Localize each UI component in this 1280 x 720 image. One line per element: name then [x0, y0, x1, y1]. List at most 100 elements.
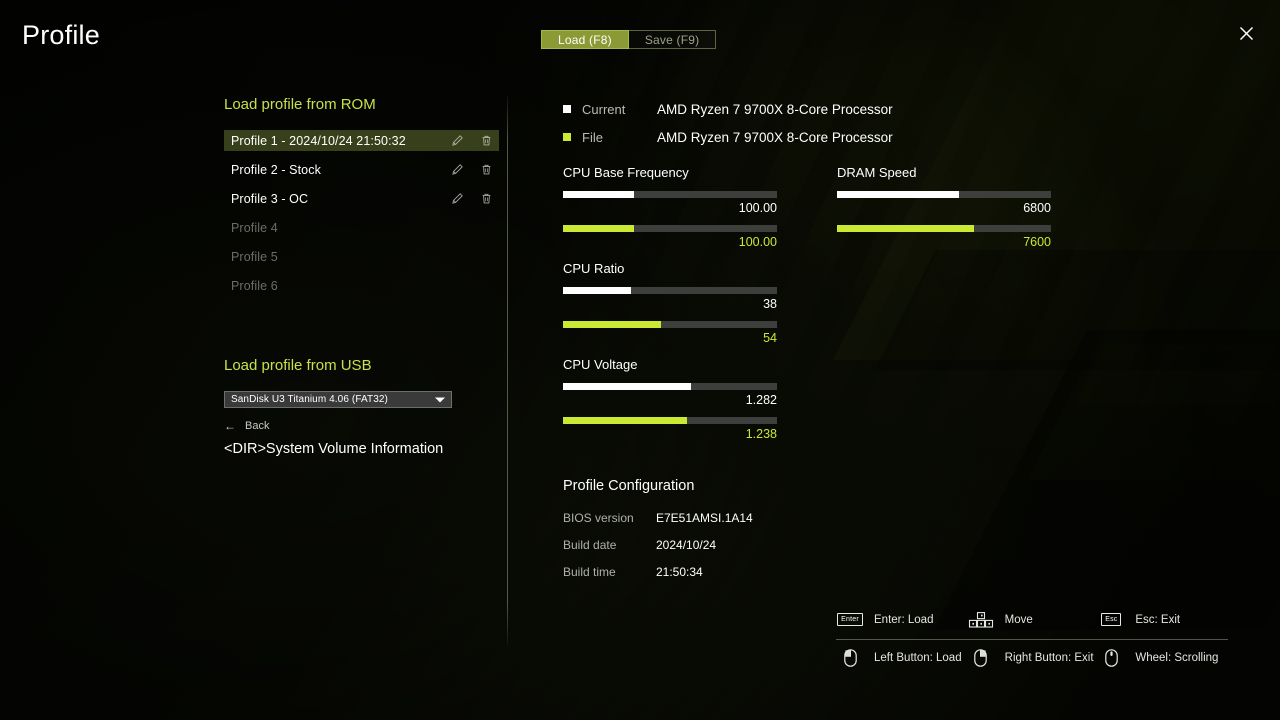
- bar-value-file: 100.00: [738, 235, 777, 249]
- cpu-legend: Current AMD Ryzen 7 9700X 8-Core Process…: [563, 100, 1063, 156]
- config-key: Build date: [563, 538, 617, 552]
- profile-row[interactable]: Profile 4: [224, 217, 499, 238]
- row-actions: [451, 192, 493, 206]
- bar-track: [837, 225, 1051, 232]
- hints-row-mouse: Left Button: Load Right Button: Exit Whe…: [836, 646, 1228, 669]
- profile-row[interactable]: Profile 2 - Stock: [224, 159, 499, 180]
- profile-label: Profile 2 - Stock: [231, 162, 321, 177]
- profile-row[interactable]: Profile 1 - 2024/10/24 21:50:32: [224, 130, 499, 151]
- hint-left-button: Left Button: Load: [836, 648, 967, 667]
- metric-bar-current: 6800: [837, 191, 1051, 215]
- profile-row[interactable]: Profile 5: [224, 246, 499, 267]
- metric-dram-speed: DRAM Speed 6800 7600: [837, 165, 1051, 249]
- metric-bar-current: 100.00: [563, 191, 777, 215]
- hints-row-keyboard: Enter Enter: Load Move Esc Esc: Exit: [836, 608, 1228, 631]
- legend-marker-file-icon: [563, 133, 571, 141]
- chevron-down-icon: [435, 397, 445, 402]
- usb-section-title: Load profile from USB: [224, 357, 372, 374]
- hint-move: Move: [967, 611, 1098, 628]
- config-value: 2024/10/24: [656, 538, 717, 552]
- hint-label: Move: [1004, 613, 1033, 626]
- hint-label: Wheel: Scrolling: [1135, 651, 1219, 664]
- config-value: 21:50:34: [656, 565, 703, 579]
- enter-key-icon: Enter: [836, 612, 864, 628]
- footer-hints: Enter Enter: Load Move Esc Esc: Exit Lef…: [836, 608, 1228, 669]
- profile-label: Profile 5: [231, 249, 278, 264]
- metric-cpu-voltage: CPU Voltage 1.282 1.238: [563, 357, 777, 441]
- tab-save[interactable]: Save (F9): [628, 30, 717, 49]
- back-button[interactable]: ← Back: [224, 420, 499, 432]
- usb-device-select[interactable]: SanDisk U3 Titanium 4.06 (FAT32): [224, 391, 452, 408]
- page-title: Profile: [22, 20, 100, 50]
- hint-esc: Esc Esc: Exit: [1097, 612, 1228, 628]
- bar-value-file: 54: [763, 331, 777, 345]
- profile-label: Profile 1 - 2024/10/24 21:50:32: [231, 133, 406, 148]
- bar-value-current: 100.00: [738, 201, 777, 215]
- pencil-icon[interactable]: [451, 134, 464, 148]
- rom-section-title: Load profile from ROM: [224, 96, 376, 113]
- metric-bar-file: 54: [563, 321, 777, 345]
- bar-value-current: 1.282: [745, 393, 777, 407]
- bios-profile-screen: Profile Load (F8) Save (F9) Load profile…: [0, 0, 1280, 720]
- metric-bar-current: 38: [563, 287, 777, 311]
- config-value: E7E51AMSI.1A14: [656, 511, 753, 525]
- hint-right-button: Right Button: Exit: [967, 648, 1098, 667]
- usb-device-selected-label: SanDisk U3 Titanium 4.06 (FAT32): [231, 394, 388, 405]
- profile-label: Profile 6: [231, 278, 278, 293]
- legend-key-file: File: [582, 129, 603, 145]
- profile-row[interactable]: Profile 6: [224, 275, 499, 296]
- mouse-wheel-icon: [1097, 648, 1125, 667]
- hint-enter: Enter Enter: Load: [836, 612, 967, 628]
- config-key: BIOS version: [563, 511, 634, 525]
- hint-label: Right Button: Exit: [1004, 651, 1094, 664]
- bar-fill-file: [563, 321, 662, 328]
- esc-key-icon: Esc: [1097, 612, 1125, 628]
- hint-label: Left Button: Load: [874, 651, 962, 664]
- bar-fill-current: [563, 287, 632, 294]
- bar-track: [563, 287, 777, 294]
- bar-track: [563, 191, 777, 198]
- metric-cpu-base-frequency: CPU Base Frequency 100.00 100.00: [563, 165, 777, 249]
- legend-value-current: AMD Ryzen 7 9700X 8-Core Processor: [657, 101, 893, 117]
- bar-value-current: 38: [763, 297, 777, 311]
- config-row-build-time: Build time 21:50:34: [563, 565, 843, 592]
- tab-load-label: Load (F8): [558, 32, 612, 47]
- hint-label: Enter: Load: [874, 613, 934, 626]
- metric-title: CPU Ratio: [563, 261, 625, 276]
- hints-divider: [836, 639, 1228, 640]
- bar-track: [563, 321, 777, 328]
- pencil-icon[interactable]: [451, 163, 464, 177]
- profile-label: Profile 4: [231, 220, 278, 235]
- metric-title: CPU Base Frequency: [563, 165, 689, 180]
- bar-value-current: 6800: [1023, 201, 1051, 215]
- arrow-left-icon: ←: [224, 419, 236, 433]
- file-list-item[interactable]: <DIR>System Volume Information: [224, 441, 499, 457]
- legend-row-file: File AMD Ryzen 7 9700X 8-Core Processor: [563, 128, 1063, 146]
- mode-tabs: Load (F8) Save (F9): [541, 30, 717, 49]
- back-label: Back: [245, 420, 270, 432]
- arrow-keys-icon: [967, 611, 995, 628]
- config-row-build-date: Build date 2024/10/24: [563, 538, 843, 565]
- metric-bar-file: 1.238: [563, 417, 777, 441]
- tab-load[interactable]: Load (F8): [541, 30, 629, 49]
- mouse-right-icon: [967, 648, 995, 667]
- mouse-left-icon: [836, 648, 864, 667]
- profile-row[interactable]: Profile 3 - OC: [224, 188, 499, 209]
- trash-icon[interactable]: [480, 192, 493, 206]
- bar-track: [563, 225, 777, 232]
- config-row-bios-version: BIOS version E7E51AMSI.1A14: [563, 511, 843, 538]
- hint-label: Esc: Exit: [1135, 613, 1181, 626]
- trash-icon[interactable]: [480, 134, 493, 148]
- trash-icon[interactable]: [480, 163, 493, 177]
- row-actions: [451, 163, 493, 177]
- metric-title: DRAM Speed: [837, 165, 917, 180]
- legend-key-current: Current: [582, 101, 626, 117]
- hint-wheel: Wheel: Scrolling: [1097, 648, 1228, 667]
- profile-configuration-title: Profile Configuration: [563, 478, 695, 494]
- bar-value-file: 7600: [1023, 235, 1051, 249]
- bar-fill-current: [837, 191, 959, 198]
- close-icon[interactable]: [1235, 22, 1257, 44]
- pencil-icon[interactable]: [451, 192, 464, 206]
- bar-value-file: 1.238: [745, 427, 777, 441]
- bar-fill-file: [563, 417, 688, 424]
